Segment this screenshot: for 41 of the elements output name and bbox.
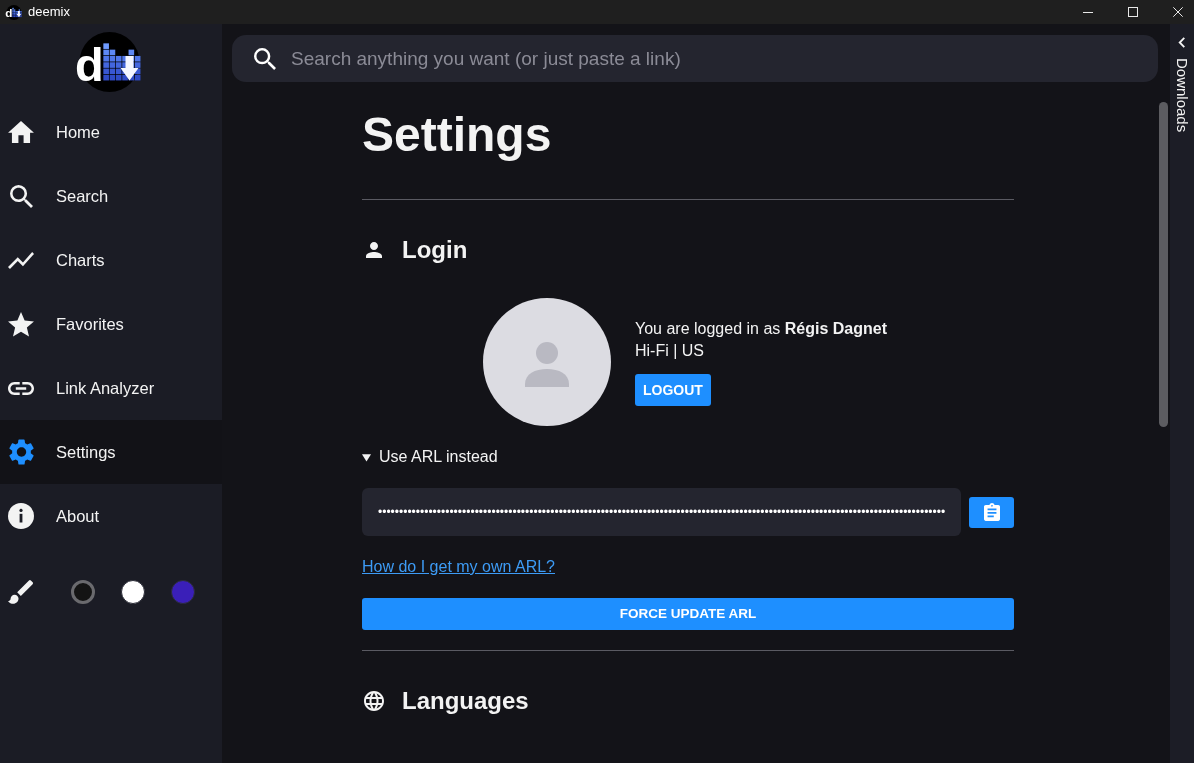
downloads-toggle[interactable]: Downloads xyxy=(1170,24,1194,763)
globe-icon xyxy=(364,690,384,711)
paste-button[interactable] xyxy=(969,496,1014,528)
nav-item[interactable]: Home xyxy=(0,100,222,164)
info-icon xyxy=(8,503,34,529)
maximize-icon[interactable] xyxy=(1128,7,1138,17)
app-icon: d xyxy=(5,4,22,20)
search-field[interactable]: Search anything you want (or just paste a link) xyxy=(232,35,1158,82)
home-icon xyxy=(8,121,34,143)
close-icon[interactable] xyxy=(1173,7,1183,17)
app-logo: d xyxy=(75,32,141,92)
nav-item[interactable]: Link Analyzer xyxy=(0,356,222,420)
search-icon xyxy=(9,184,33,208)
section-title: Languages xyxy=(402,686,529,715)
search-icon xyxy=(254,47,276,70)
color-swatch-icon[interactable] xyxy=(171,580,195,604)
brush-icon xyxy=(8,580,33,604)
page-title: Settings xyxy=(362,107,553,163)
search-input[interactable]: Search anything you want (or just paste a link) xyxy=(291,43,1144,74)
clipboard-icon xyxy=(983,503,1000,521)
plan-text: Hi-Fi | US xyxy=(635,341,706,361)
person-icon xyxy=(366,241,382,258)
color-swatch-icon[interactable] xyxy=(71,580,95,604)
arl-input[interactable]: ••••••••••••••••••••••••••••••••••••••••••••••••••••••••••••••••••••••••••••••••••••••••••••••••••••••••••••••••••••••••••••••••••••••• xyxy=(362,488,961,536)
minimize-icon[interactable] xyxy=(1083,11,1093,13)
help-link[interactable]: How do I get my own ARL? xyxy=(362,555,555,579)
nav-item[interactable]: About xyxy=(0,484,222,548)
link-icon xyxy=(8,381,34,395)
login-status-text: You are logged in as Régis Dagnet xyxy=(635,319,887,339)
arl-toggle[interactable]: Use ARL instead xyxy=(362,445,1014,469)
window-title: deemix xyxy=(28,4,70,20)
nav-item[interactable]: Charts xyxy=(0,228,222,292)
color-swatch-icon[interactable] xyxy=(121,580,145,604)
nav-item[interactable]: Search xyxy=(0,164,222,228)
nav-item[interactable]: Favorites xyxy=(0,292,222,356)
chart-line-icon xyxy=(8,251,34,269)
scrollbar-thumb[interactable] xyxy=(1159,102,1168,427)
nav-item[interactable]: Settings xyxy=(0,420,222,484)
settings-icon xyxy=(8,439,34,465)
star-icon xyxy=(8,311,34,337)
section-title: Login xyxy=(402,235,468,264)
